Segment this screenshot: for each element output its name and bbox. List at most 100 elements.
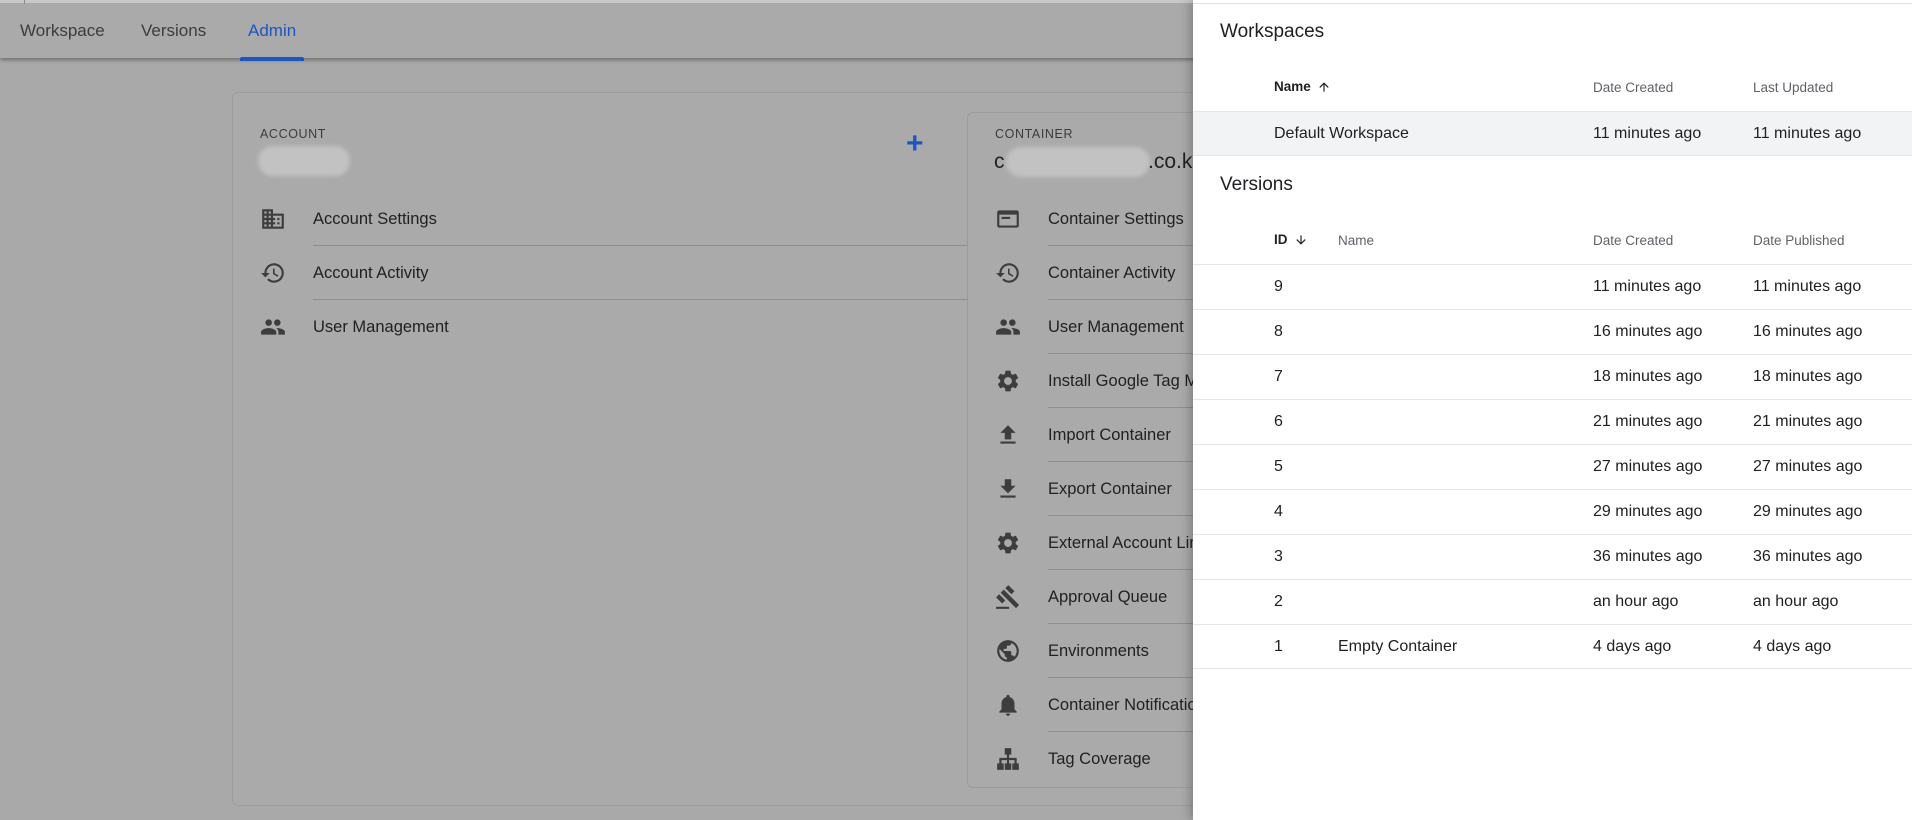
version-id: 2 [1274, 593, 1283, 610]
container-name-start: c [994, 150, 1005, 173]
workspaces-col-last-updated[interactable]: Last Updated [1753, 80, 1833, 95]
download-icon [994, 475, 1022, 503]
container-item-approval-queue[interactable]: Approval Queue [994, 570, 1348, 624]
workspace-name: Default Workspace [1274, 125, 1409, 142]
account-item-user-management[interactable]: User Management [259, 300, 449, 354]
account-item-account-activity[interactable]: Account Activity [259, 246, 1008, 300]
container-item-label: Container Activity [1048, 263, 1176, 282]
versions-col-name[interactable]: Name [1338, 233, 1374, 248]
container-item-label: Tag Coverage [1048, 749, 1151, 768]
container-item-label: Import Container [1048, 425, 1171, 444]
version-id: 4 [1274, 503, 1283, 520]
account-item-label: Account Activity [313, 263, 429, 282]
version-name: Empty Container [1338, 638, 1458, 655]
building-icon [259, 205, 287, 233]
table-row[interactable]: 8 16 minutes ago 16 minutes ago [1193, 309, 1912, 354]
bell-icon [994, 691, 1022, 719]
table-row[interactable]: 7 18 minutes ago 18 minutes ago [1193, 354, 1912, 399]
container-item-export-container[interactable]: Export Container [994, 462, 1348, 516]
table-row[interactable]: 2 an hour ago an hour ago [1193, 579, 1912, 624]
container-item-label: Install Google Tag M [1048, 371, 1199, 390]
table-row[interactable]: 1 Empty Container 4 days ago 4 days ago [1193, 624, 1912, 669]
account-item-account-settings[interactable]: Account Settings [259, 192, 1008, 246]
workspaces-col-date-created[interactable]: Date Created [1593, 80, 1673, 95]
version-date-published: 11 minutes ago [1753, 278, 1862, 295]
versions-col-date-published[interactable]: Date Published [1753, 233, 1845, 248]
version-date-published: 18 minutes ago [1753, 368, 1863, 385]
version-id: 1 [1274, 638, 1283, 655]
account-item-label: User Management [313, 317, 449, 336]
tab-workspace[interactable]: Workspace [20, 3, 105, 61]
table-row[interactable]: 9 11 minutes ago 11 minutes ago [1193, 264, 1912, 309]
sort-descending-icon [1294, 233, 1308, 247]
version-date-published: an hour ago [1753, 593, 1839, 610]
panel-top-edge [1193, 0, 1912, 4]
container-item-container-activity[interactable]: Container Activity [994, 246, 1348, 300]
version-date-published: 16 minutes ago [1753, 323, 1863, 340]
version-date-published: 21 minutes ago [1753, 413, 1863, 430]
table-row[interactable]: Default Workspace 11 minutes ago 11 minu… [1193, 111, 1912, 156]
container-item-install-google-tag-m[interactable]: Install Google Tag M [994, 354, 1348, 408]
version-id: 6 [1274, 413, 1283, 430]
gear-icon [994, 529, 1022, 557]
container-item-container-notificatio[interactable]: Container Notificatio [994, 678, 1348, 732]
container-item-label: Container Notificatio [1048, 695, 1197, 714]
account-item-label: Account Settings [313, 209, 437, 228]
container-section-label: CONTAINER [995, 127, 1074, 141]
gavel-icon [994, 583, 1022, 611]
version-date-created: an hour ago [1593, 593, 1679, 610]
redacted-account-name [258, 146, 350, 176]
version-id: 7 [1274, 368, 1283, 385]
container-name-end: .co.k [1148, 150, 1193, 173]
gear-icon [994, 367, 1022, 395]
version-id: 5 [1274, 458, 1283, 475]
container-item-label: Approval Queue [1048, 587, 1168, 606]
globe-icon [994, 637, 1022, 665]
versions-col-date-created[interactable]: Date Created [1593, 233, 1673, 248]
container-item-tag-coverage[interactable]: Tag Coverage [994, 732, 1151, 786]
sort-ascending-icon [1317, 80, 1331, 94]
version-id: 8 [1274, 323, 1283, 340]
people-icon [994, 313, 1022, 341]
container-item-label: Export Container [1048, 479, 1172, 498]
history-icon [994, 259, 1022, 287]
container-item-label: External Account Lin [1048, 533, 1199, 552]
people-icon [259, 313, 287, 341]
workspaces-col-name[interactable]: Name [1274, 79, 1331, 94]
version-id: 3 [1274, 548, 1283, 565]
version-date-published: 36 minutes ago [1753, 548, 1863, 565]
workspaces-title: Workspaces [1220, 21, 1325, 42]
sitemap-icon [994, 745, 1022, 773]
tab-versions[interactable]: Versions [141, 3, 206, 61]
table-row[interactable]: 6 21 minutes ago 21 minutes ago [1193, 399, 1912, 444]
account-section-label: ACCOUNT [260, 127, 327, 141]
upload-icon [994, 421, 1022, 449]
container-item-user-management[interactable]: User Management [994, 300, 1348, 354]
workspace-side-panel: Workspaces Name Date Created Last Update… [1193, 0, 1912, 820]
version-id: 9 [1274, 278, 1283, 295]
container-item-import-container[interactable]: Import Container [994, 408, 1348, 462]
container-item-external-account-lin[interactable]: External Account Lin [994, 516, 1348, 570]
tab-admin[interactable]: Admin [239, 3, 305, 61]
version-date-created: 36 minutes ago [1593, 548, 1703, 565]
version-date-published: 29 minutes ago [1753, 503, 1863, 520]
version-date-created: 4 days ago [1593, 638, 1672, 655]
add-account-button[interactable]: + [906, 129, 924, 159]
table-row[interactable]: 4 29 minutes ago 29 minutes ago [1193, 489, 1912, 534]
workspace-date-created: 11 minutes ago [1593, 125, 1702, 142]
versions-col-id[interactable]: ID [1274, 232, 1308, 247]
version-date-created: 21 minutes ago [1593, 413, 1703, 430]
table-row[interactable]: 3 36 minutes ago 36 minutes ago [1193, 534, 1912, 579]
history-icon [259, 259, 287, 287]
table-row[interactable]: 5 27 minutes ago 27 minutes ago [1193, 444, 1912, 489]
container-item-label: Environments [1048, 641, 1149, 660]
container-item-label: User Management [1048, 317, 1184, 336]
container-item-environments[interactable]: Environments [994, 624, 1348, 678]
version-date-published: 4 days ago [1753, 638, 1832, 655]
container-item-container-settings[interactable]: Container Settings [994, 192, 1348, 246]
version-date-created: 29 minutes ago [1593, 503, 1703, 520]
version-date-created: 18 minutes ago [1593, 368, 1703, 385]
workspace-last-updated: 11 minutes ago [1753, 125, 1862, 142]
versions-title: Versions [1220, 174, 1293, 195]
container-item-label: Container Settings [1048, 209, 1184, 228]
